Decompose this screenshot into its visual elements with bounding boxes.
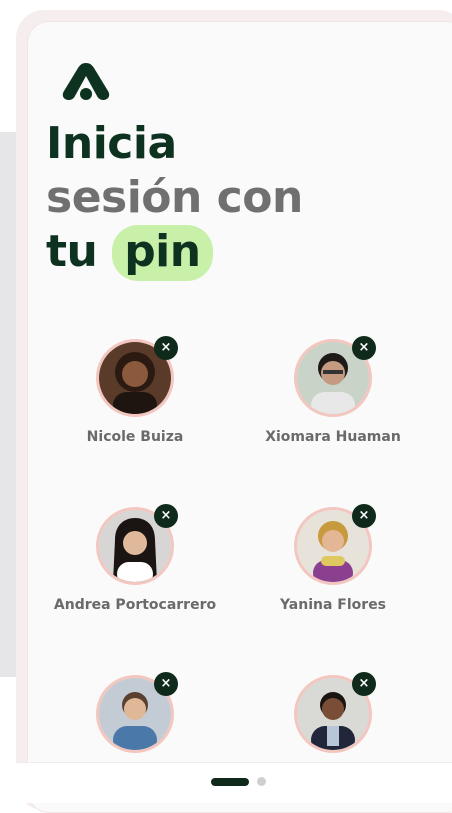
contact-card[interactable]: × Nicole Buiza [35, 336, 235, 445]
contact-card[interactable]: × Yanina Flores [233, 504, 433, 613]
contact-card[interactable]: × [35, 672, 235, 765]
remove-contact-button[interactable]: × [352, 504, 376, 528]
page-indicator-active[interactable] [211, 778, 249, 786]
remove-contact-button[interactable]: × [154, 672, 178, 696]
title-prefix: tu [46, 226, 98, 277]
title-line-2: sesión con [46, 172, 303, 223]
contact-card[interactable]: × Andrea Portocarrero [35, 504, 235, 613]
page-indicator[interactable] [257, 777, 266, 786]
page-title: Inicia sesión con tu pin [46, 117, 303, 281]
contact-card[interactable]: × Xiomara Huaman [233, 336, 433, 445]
title-line-3: tu pin [46, 225, 303, 281]
remove-contact-button[interactable]: × [154, 504, 178, 528]
remove-contact-button[interactable]: × [154, 336, 178, 360]
contact-name: Xiomara Huaman [265, 429, 401, 445]
contact-name: Yanina Flores [279, 597, 387, 613]
contact-card[interactable]: × [233, 672, 433, 765]
title-highlight: pin [112, 225, 213, 281]
contact-name: Andrea Portocarrero [53, 597, 217, 613]
contact-name: Nicole Buiza [86, 429, 184, 445]
remove-contact-button[interactable]: × [352, 672, 376, 696]
brand-logo-icon [62, 63, 110, 100]
remove-contact-button[interactable]: × [352, 336, 376, 360]
title-line-1: Inicia [46, 118, 177, 169]
